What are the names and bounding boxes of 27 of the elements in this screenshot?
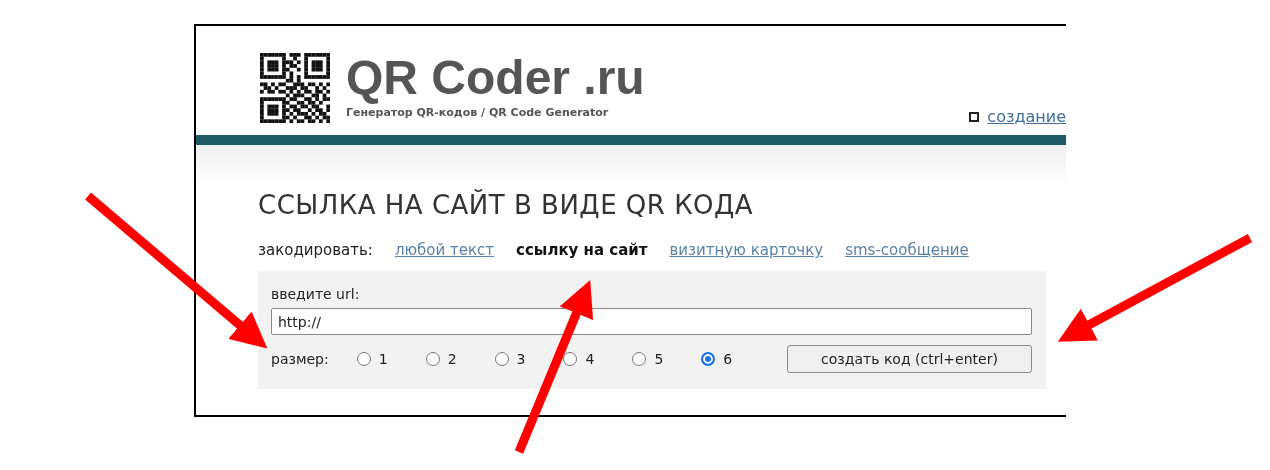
site-logo[interactable]: QR Coder .ru xyxy=(346,54,645,102)
encode-label: закодировать: xyxy=(258,241,373,259)
create-link[interactable]: создание xyxy=(987,107,1066,126)
size-option-label: 3 xyxy=(516,351,526,367)
size-radio[interactable] xyxy=(494,352,509,366)
encode-tab[interactable]: ссылку на сайт xyxy=(516,241,648,259)
size-radio[interactable] xyxy=(425,352,440,366)
size-radio[interactable] xyxy=(563,352,578,366)
size-radio[interactable] xyxy=(701,352,716,366)
size-option-label: 1 xyxy=(378,351,388,367)
size-option-label: 5 xyxy=(654,351,664,367)
qr-code-icon xyxy=(260,53,330,123)
bullet-icon xyxy=(969,111,980,122)
encode-tab[interactable]: любой текст xyxy=(394,241,495,259)
size-label: размер: xyxy=(271,351,329,367)
url-input-field[interactable]: http:// xyxy=(271,308,1032,335)
create-code-button[interactable]: создать код (ctrl+enter) xyxy=(787,345,1032,373)
encode-tab[interactable]: визитную карточку xyxy=(669,241,824,259)
size-option-label: 4 xyxy=(585,351,595,367)
size-radio[interactable] xyxy=(356,352,371,366)
size-option-label: 2 xyxy=(447,351,457,367)
size-radio[interactable] xyxy=(632,352,647,366)
site-tagline: Генератор QR-кодов / QR Code Generator xyxy=(346,106,610,119)
size-option-label: 6 xyxy=(723,351,733,367)
url-label: введите url: xyxy=(271,286,361,302)
page-heading: ССЫЛКА НА САЙТ В ВИДЕ QR КОДА xyxy=(258,190,755,220)
encode-tab[interactable]: sms-сообщение xyxy=(845,241,969,259)
